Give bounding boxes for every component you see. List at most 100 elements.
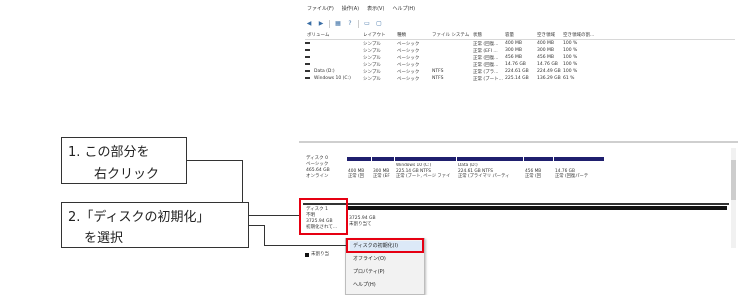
volume-cell: 正常 (ブート... [473,77,503,82]
volume-cell: ベーシック [397,77,420,82]
menu-view[interactable]: 表示(V) [367,5,384,17]
partition-bar [372,157,394,161]
volume-cell: 61 % [563,76,575,81]
volume-cell: 456 MB [505,55,522,60]
menu-item-offline[interactable]: オフライン(O) [350,254,422,265]
volume-cell: シンプル [363,70,381,75]
unallocated-legend-label: 未割り当 [311,252,329,257]
partition[interactable]: 400 MB 正常 (回 [348,163,370,180]
volume-bar-icon [305,48,310,51]
volume-cell: 正常 (EFI ... [473,49,498,54]
callout2-line1: 2.「ディスクの初期化」 [68,210,210,225]
volume-cell: 300 MB [505,48,522,53]
partition-line3: 正常 (ブート, ページ ファイ [396,174,451,179]
volume-cell: 225.14 GB [505,76,529,81]
volume-cell: Data (D:) [314,69,335,74]
volume-row[interactable]: シンプル ベーシック 正常 (回復... 14.76 GB 14.76 GB 100 % [305,62,735,69]
callout-step1: 1. この部分を 右クリック [61,137,187,184]
callout1-line1: 1. この部分を [68,145,150,160]
volume-row[interactable]: シンプル ベーシック 正常 (EFI ... 300 MB 300 MB 100 % [305,48,735,55]
callout1-leader [242,215,299,216]
volume-bar-icon [305,69,310,72]
volume-cell: 300 MB [537,48,554,53]
disk0-info: ディスク 0 ベーシック 465.64 GB オンライン [306,156,346,180]
volume-cell: シンプル [363,49,381,54]
volume-cell: 100 % [563,69,578,74]
col-status[interactable]: 状態 [473,32,482,38]
menu-file[interactable]: ファイル(F) [307,5,334,17]
list-view-icon[interactable]: ▦ [334,20,342,28]
col-filesystem[interactable]: ファイル システム [432,32,469,38]
partition-line3: 正常 (回復パーテ [555,174,589,179]
partition-bar [554,157,604,161]
volume-cell: NTFS [432,76,444,81]
menu-item-help[interactable]: ヘルプ(H) [350,280,422,291]
help-icon[interactable]: ? [346,20,354,28]
volume-cell: シンプル [363,42,381,47]
forward-arrow-icon[interactable]: ▶ [317,20,325,28]
initialize-disk-highlight [346,238,424,253]
partition[interactable]: Windows 10 (C:) 225.14 GB NTFS 正常 (ブート, ペー… [396,163,455,180]
refresh-icon[interactable]: ▢ [375,20,383,28]
volume-cell: シンプル [363,77,381,82]
disk1-highlight [299,198,348,235]
col-volume[interactable]: ボリューム [307,32,329,38]
volume-cell: Windows 10 (C:) [314,76,351,81]
partition[interactable]: 456 MB 正常 (回 [525,163,552,180]
toolbar-separator [358,19,359,28]
volume-cell: 100 % [563,48,578,53]
col-capacity[interactable]: 容量 [505,32,514,38]
partition[interactable]: Data (D:) 224.61 GB NTFS 正常 (プライマリ パーティ [458,163,522,180]
callout1-line2: 右クリック [94,167,160,182]
volume-cell: 正常 (回復... [473,56,499,61]
callout1-leader [187,160,242,161]
callout2-leader [249,225,264,226]
volume-cell: ベーシック [397,49,420,54]
back-arrow-icon[interactable]: ◀ [305,20,313,28]
menu-help[interactable]: ヘルプ(H) [392,5,415,17]
disk1-unallocated-area[interactable]: 3725.94 GB 未割り当て [349,216,409,228]
volume-row[interactable]: シンプル ベーシック 正常 (回復... 456 MB 456 MB 100 % [305,55,735,62]
disk-icon[interactable]: ▭ [363,20,371,28]
partition[interactable]: 14.76 GB 正常 (回復パーテ [555,163,603,180]
partition-bar [395,157,456,161]
callout2-line2: を選択 [84,231,124,246]
toolbar-separator [329,19,330,28]
volume-row[interactable]: シンプル ベーシック 正常 (回復... 400 MB 400 MB 100 % [305,41,735,48]
partition[interactable]: 300 MB 正常 (EF [373,163,393,180]
volume-cell: シンプル [363,56,381,61]
partition-line3: 正常 (回 [525,174,541,179]
volume-cell: 100 % [563,62,578,67]
volume-row[interactable]: Windows 10 (C:) シンプル ベーシック NTFS 正常 (ブート... 22… [305,76,735,83]
volume-cell: ベーシック [397,63,420,68]
volume-bar-icon [305,55,310,58]
menu-bar: ファイル(F) 操作(A) 表示(V) ヘルプ(H) [299,5,415,17]
volume-cell: 正常 (回復... [473,42,499,47]
volume-row[interactable]: Data (D:) シンプル ベーシック NTFS 正常 (プラ... 224.61 GB… [305,69,735,76]
pane-divider[interactable] [299,141,738,143]
volume-cell: 正常 (回復... [473,63,499,68]
volume-cell: 14.76 GB [537,62,558,67]
partition-line3: 正常 (EF [373,174,390,179]
volume-cell: 正常 (プラ... [473,70,499,75]
volume-cell: 100 % [563,55,578,60]
volume-cell: NTFS [432,69,444,74]
col-type[interactable]: 種類 [397,32,406,38]
volume-cell: ベーシック [397,70,420,75]
volume-bar-icon [305,41,310,44]
partition-line3: 正常 (回 [348,174,364,179]
callout2-leader [264,245,346,246]
col-free[interactable]: 空き領域 [537,32,555,38]
disk1-unalloc-label: 未割り当て [349,222,372,227]
partition-line3: 正常 (プライマリ パーティ [458,174,510,179]
volume-bar-icon [305,76,310,79]
col-free-percent[interactable]: 空き領域の割... [563,32,594,38]
disk1-unallocated-bar [347,206,727,210]
scrollbar-thumb[interactable] [731,160,736,200]
col-layout[interactable]: レイアウト [363,32,386,38]
volume-bar-icon [305,62,310,65]
volume-cell: ベーシック [397,42,420,47]
menu-item-properties[interactable]: プロパティ(P) [350,267,422,278]
volume-cell: 456 MB [537,55,554,60]
menu-action[interactable]: 操作(A) [342,5,359,17]
